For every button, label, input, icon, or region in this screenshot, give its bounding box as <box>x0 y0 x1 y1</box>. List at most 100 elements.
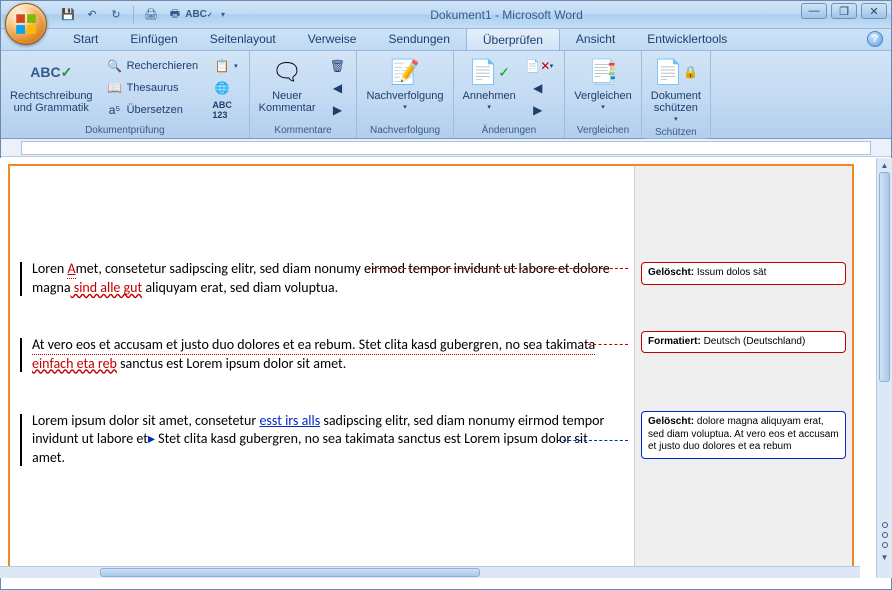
new-comment-icon: 🗨 <box>271 56 303 88</box>
delete-comment-button[interactable]: 🗑 <box>324 55 350 77</box>
browse-object-dots[interactable] <box>877 522 892 548</box>
word-count-button[interactable]: ABC123 <box>209 99 243 121</box>
inserted-text-red: sind alle gut <box>71 279 143 296</box>
group-changes: 📄✓ Annehmen ▾ 📄✕▾ ◀ ▶ Änderungen <box>454 51 566 138</box>
ribbon: ABC✓ Rechtschreibung und Grammatik 🔍Rech… <box>1 51 891 139</box>
next-comment-icon: ▶ <box>329 102 345 118</box>
prev-comment-icon: ◀ <box>329 80 345 96</box>
chevron-down-icon: ▾ <box>403 103 407 111</box>
thesaurus-icon: 📖 <box>107 80 123 96</box>
document-area: Loren Amet, consetetur sadipscing elitr,… <box>0 158 892 578</box>
balloon-formatted[interactable]: Formatiert: Deutsch (Deutschland) <box>641 331 846 354</box>
titlebar: 💾 ↶ ↻ 🖨 🖶 ABC✓ ▾ Dokument1 - Microsoft W… <box>1 1 891 29</box>
horizontal-ruler[interactable] <box>1 139 891 157</box>
group-tracking-label: Nachverfolgung <box>361 124 448 138</box>
accept-button[interactable]: 📄✓ Annehmen ▾ <box>458 53 521 124</box>
help-icon[interactable]: ? <box>867 31 883 47</box>
tab-developer[interactable]: Entwicklertools <box>631 29 743 51</box>
minimize-button[interactable]: — <box>801 3 827 19</box>
caret-icon: ▸ <box>148 430 155 447</box>
inserted-text-red: einfach eta reb <box>32 355 117 372</box>
page-body[interactable]: Loren Amet, consetetur sadipscing elitr,… <box>10 166 634 576</box>
reject-icon: 📄✕ <box>530 58 546 74</box>
reject-button[interactable]: 📄✕▾ <box>525 55 559 77</box>
track-changes-button[interactable]: 📝 Nachverfolgung ▾ <box>361 53 448 124</box>
new-comment-button[interactable]: 🗨 Neuer Kommentar <box>254 53 321 124</box>
print-icon[interactable]: 🖨 <box>142 6 160 24</box>
scroll-up-icon[interactable]: ▲ <box>877 158 892 172</box>
tab-insert[interactable]: Einfügen <box>114 29 193 51</box>
proofing-extra1-button[interactable]: 📋▾ <box>209 55 243 77</box>
balloon-connector <box>368 268 628 269</box>
next-change-button[interactable]: ▶ <box>525 99 559 121</box>
proofing-extra2-button[interactable]: 🌐 <box>209 77 243 99</box>
change-bar <box>20 414 22 467</box>
track-changes-icon: 📝 <box>389 56 421 88</box>
scroll-down-icon[interactable]: ▼ <box>877 550 892 564</box>
language-icon: 🌐 <box>214 80 230 96</box>
research-button[interactable]: 🔍Recherchieren <box>102 55 204 77</box>
tab-references[interactable]: Verweise <box>292 29 373 51</box>
horizontal-scrollbar[interactable] <box>0 566 860 578</box>
compare-button[interactable]: 📑 Vergleichen ▾ <box>569 53 637 124</box>
next-change-icon: ▶ <box>530 102 546 118</box>
tab-mailings[interactable]: Sendungen <box>372 29 465 51</box>
prev-change-icon: ◀ <box>530 80 546 96</box>
quick-print-icon[interactable]: 🖶 <box>166 6 184 24</box>
balloon-deleted[interactable]: Gelöscht: Issum dolos sät <box>641 262 846 285</box>
quick-access-toolbar: 💾 ↶ ↻ 🖨 🖶 ABC✓ ▾ <box>59 6 232 24</box>
ribbon-tabs: Start Einfügen Seitenlayout Verweise Sen… <box>1 29 891 51</box>
window-controls: — ❐ ✕ <box>801 3 887 19</box>
thesaurus-button[interactable]: 📖Thesaurus <box>102 77 204 99</box>
word-count-icon: ABC123 <box>214 102 230 118</box>
group-comments: 🗨 Neuer Kommentar 🗑 ◀ ▶ Kommentare <box>250 51 358 138</box>
next-comment-button[interactable]: ▶ <box>324 99 350 121</box>
paragraph-1: Loren Amet, consetetur sadipscing elitr,… <box>32 260 618 298</box>
document-scroll: Loren Amet, consetetur sadipscing elitr,… <box>0 158 876 578</box>
maximize-button[interactable]: ❐ <box>831 3 857 19</box>
chevron-down-icon: ▾ <box>601 103 605 111</box>
group-changes-label: Änderungen <box>458 124 561 138</box>
paragraph-2: At vero eos et accusam et justo duo dolo… <box>32 336 618 374</box>
balloon-connector <box>558 440 628 441</box>
spelling-icon[interactable]: ABC✓ <box>190 6 208 24</box>
undo-icon[interactable]: ↶ <box>83 6 101 24</box>
office-button[interactable] <box>5 3 47 45</box>
vertical-scrollbar[interactable]: ▲ ▼ <box>876 158 892 578</box>
prev-comment-button[interactable]: ◀ <box>324 77 350 99</box>
tab-view[interactable]: Ansicht <box>560 29 631 51</box>
group-compare-label: Vergleichen <box>569 124 637 138</box>
delete-comment-icon: 🗑 <box>329 58 345 74</box>
scroll-thumb[interactable] <box>879 172 890 382</box>
inserted-text-red: A <box>67 260 75 279</box>
translate-button[interactable]: a⁵Übersetzen <box>102 99 204 121</box>
group-protect: 📄🔒 Dokument schützen ▾ Schützen <box>642 51 711 138</box>
spelling-grammar-button[interactable]: ABC✓ Rechtschreibung und Grammatik <box>5 53 98 124</box>
translate-icon: a⁵ <box>107 102 123 118</box>
change-bar <box>20 338 22 372</box>
tab-start[interactable]: Start <box>57 29 114 51</box>
save-icon[interactable]: 💾 <box>59 6 77 24</box>
qat-customize-icon[interactable]: ▾ <box>214 6 232 24</box>
balloon-deleted[interactable]: Gelöscht: dolore magna aliquyam erat, se… <box>641 411 846 459</box>
prev-change-button[interactable]: ◀ <box>525 77 559 99</box>
close-button[interactable]: ✕ <box>861 3 887 19</box>
paragraph-3: Lorem ipsum dolor sit amet, consetetur e… <box>32 412 618 469</box>
redo-icon[interactable]: ↻ <box>107 6 125 24</box>
accept-icon: 📄✓ <box>473 56 505 88</box>
inserted-text-blue: esst irs alls <box>259 412 320 429</box>
qat-separator <box>133 6 134 24</box>
update-icon: 📋 <box>214 58 230 74</box>
protect-icon: 📄🔒 <box>660 56 692 88</box>
tab-review[interactable]: Überprüfen <box>466 28 560 50</box>
tab-pagelayout[interactable]: Seitenlayout <box>194 29 292 51</box>
chevron-down-icon: ▾ <box>674 115 678 123</box>
compare-icon: 📑 <box>587 56 619 88</box>
page: Loren Amet, consetetur sadipscing elitr,… <box>8 164 854 578</box>
group-comments-label: Kommentare <box>254 124 353 138</box>
window-title: Dokument1 - Microsoft Word <box>232 8 891 22</box>
scroll-thumb[interactable] <box>100 568 480 577</box>
chevron-down-icon: ▾ <box>487 103 491 111</box>
protect-document-button[interactable]: 📄🔒 Dokument schützen ▾ <box>646 53 706 126</box>
group-compare: 📑 Vergleichen ▾ Vergleichen <box>565 51 642 138</box>
